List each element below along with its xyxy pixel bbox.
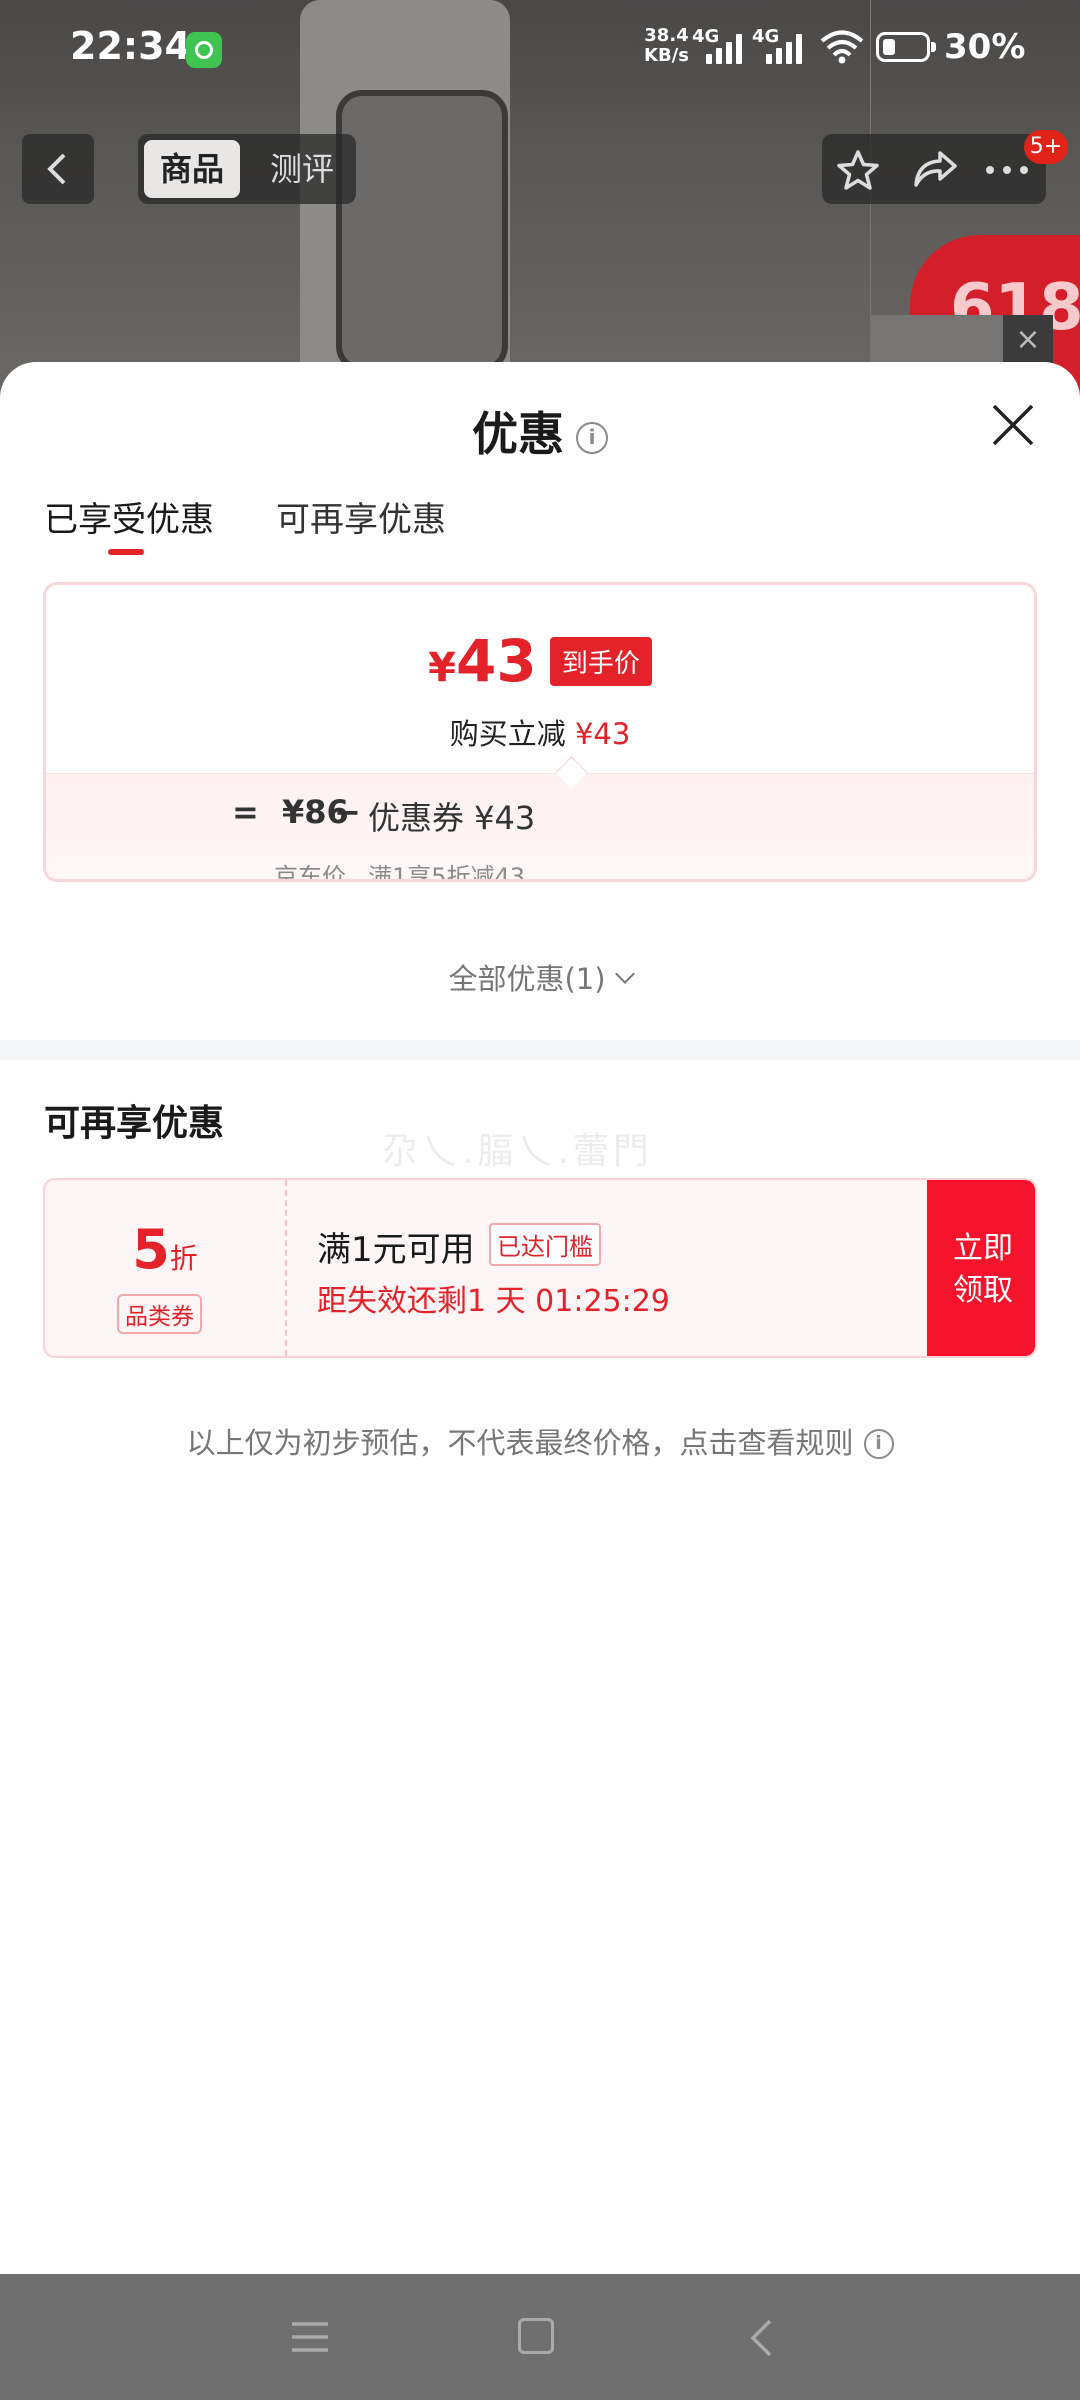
chevron-down-icon [614,964,635,984]
sheet-title-text: 优惠 [472,407,564,461]
battery-percent: 30% [944,27,1026,67]
threshold-reached-badge: 已达门槛 [489,1223,601,1266]
more-icon[interactable] [982,149,1032,191]
wifi-icon [820,30,864,64]
coupon-card: 5折 品类券 满1元可用 已达门槛 距失效还剩1 天 01:25:29 立即 领… [43,1178,1037,1358]
coupon-discount: 5折 [45,1218,285,1281]
net-speed-unit: KB/s [644,45,689,66]
product-review-switch: 商品 测评 [138,134,356,204]
tab-review[interactable]: 测评 [256,140,348,198]
jd-price-label: 京东价 [274,863,346,882]
rules-info-icon: i [863,1429,894,1459]
sheet-title: 优惠 i [0,398,1080,464]
coupon-expiry: 距失效还剩1 天 01:25:29 [317,1284,670,1319]
price-disclaimer[interactable]: 以上仅为初步预估，不代表最终价格，点击查看规则 i [0,1420,1080,1462]
watermark: 尕乀.腷乀.蕾門 [382,1131,653,1172]
final-price-number: 43 [456,627,537,695]
status-bar: 22:34 38.4 KB/s 4G 4G 30% [0,0,1080,100]
promo-card [870,315,1005,365]
disclaimer-text: 以上仅为初步预估，不代表最终价格，点击查看规则 [186,1426,854,1460]
final-price: ¥43 到手价 [46,627,1034,695]
currency-symbol: ¥ [428,645,456,691]
tab-more-discounts[interactable]: 可再享优惠 [276,492,446,541]
promo-close-icon[interactable]: × [1003,315,1053,365]
claim-coupon-button[interactable]: 立即 领取 [927,1180,1035,1356]
status-time: 22:34 [70,24,191,68]
close-icon[interactable] [990,402,1036,448]
instant-discount-label: 购买立减 [449,717,566,751]
nav-back-icon[interactable] [746,2318,776,2358]
tab-enjoyed-discounts[interactable]: 已享受优惠 [44,492,214,541]
coupon-discount-value: 5 [132,1218,170,1281]
coupon-type-badge: 品类券 [117,1294,202,1334]
net-speed-value: 38.4 [644,25,689,46]
product-image-window [336,90,508,372]
active-tab-indicator [108,549,144,555]
final-price-value: ¥43 [428,627,537,695]
coupon-condition: 满1元可用 [317,1230,475,1270]
coupon-amount: 优惠券 ¥43 [368,799,536,837]
coupon-perforation [285,1180,287,1356]
home-icon[interactable] [518,2318,554,2354]
discount-sheet: 优惠 i 已享受优惠 可再享优惠 ¥43 到手价 购买立减 ¥43 = ¥86 −… [0,362,1080,2274]
back-button[interactable] [22,134,94,204]
section-divider [0,1040,1080,1060]
back-arrow-icon [47,153,66,185]
equals-sign: = [232,793,259,831]
more-discounts-title: 可再享优惠 [44,1103,225,1144]
app-notification-icon [186,32,222,68]
final-price-tag: 到手价 [549,636,652,686]
battery-icon [876,32,936,62]
share-icon[interactable] [912,149,958,191]
system-nav-bar [0,2274,1080,2400]
coupon-discount-unit: 折 [169,1242,198,1275]
signal-1-icon [706,34,742,64]
claim-line-2: 领取 [953,1273,1013,1308]
price-breakdown-area [46,773,1034,879]
tab-product[interactable]: 商品 [144,140,240,198]
menu-icon[interactable] [290,2320,330,2354]
minus-sign: − [334,793,361,831]
all-discounts-link[interactable]: 全部优惠(1) [0,956,1080,998]
message-badge: 5+ [1024,130,1068,164]
coupon-rule: 满1享5折减43 [368,863,526,882]
info-icon[interactable]: i [576,422,608,454]
instant-discount-value: ¥43 [574,717,631,751]
price-summary-card: ¥43 到手价 购买立减 ¥43 = ¥86 − 优惠券 ¥43 京东价 满1享… [43,582,1037,882]
all-discounts-label: 全部优惠(1) [448,962,606,996]
star-icon[interactable] [836,149,880,191]
instant-discount: 购买立减 ¥43 [46,711,1034,753]
top-actions [822,134,1046,204]
signal-2-icon [766,34,802,64]
claim-line-1: 立即 [953,1231,1013,1266]
net-speed: 38.4 KB/s [644,26,689,66]
